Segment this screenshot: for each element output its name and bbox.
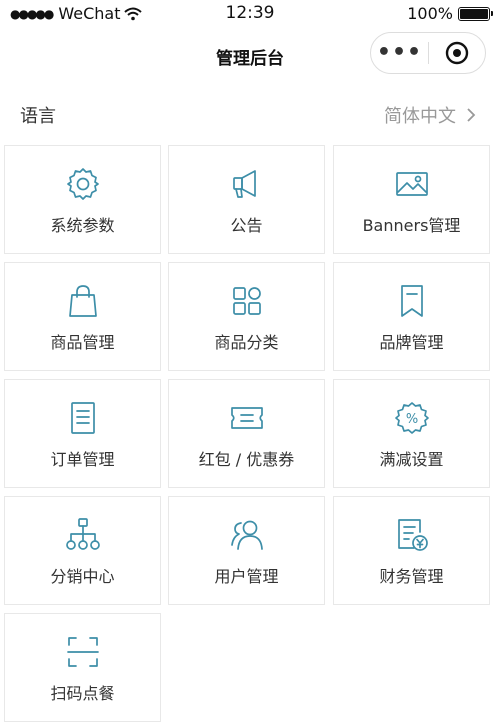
status-bar: ●●●●● WeChat 12:39 100%: [0, 0, 500, 28]
menu-item-orders[interactable]: 订单管理: [4, 379, 161, 488]
svg-text:%: %: [405, 412, 417, 427]
mini-program-capsule: •••: [370, 32, 486, 74]
menu-item-label: 公告: [230, 216, 263, 235]
menu-item-discounts[interactable]: % 满减设置: [333, 379, 490, 488]
language-value[interactable]: 简体中文: [384, 102, 476, 128]
bookmark-icon: [400, 285, 423, 317]
users-icon: [230, 520, 263, 550]
navigation-bar: 管理后台 •••: [0, 28, 500, 84]
menu-item-announcement[interactable]: 公告: [168, 145, 325, 254]
category-grid-icon: [232, 287, 261, 315]
menu-item-label: 品牌管理: [379, 333, 444, 352]
language-row[interactable]: 语言 简体中文: [0, 94, 500, 136]
battery-percent: 100%: [407, 4, 453, 23]
shopping-bag-icon: [68, 285, 97, 317]
menu-item-scan-order[interactable]: 扫码点餐: [4, 613, 161, 722]
percent-badge-icon: %: [394, 402, 429, 434]
finance-document-icon: [397, 519, 428, 551]
battery-icon: [458, 6, 493, 21]
menu-item-label: 订单管理: [50, 450, 115, 469]
menu-item-coupons[interactable]: 红包 / 优惠券: [168, 379, 325, 488]
document-list-icon: [70, 402, 95, 434]
scan-icon: [66, 637, 99, 667]
menu-item-label: 用户管理: [214, 567, 279, 586]
menu-item-label: 满减设置: [379, 450, 444, 469]
menu-item-label: 商品分类: [214, 333, 279, 352]
chevron-right-icon: [467, 108, 476, 122]
menu-item-label: 商品管理: [50, 333, 115, 352]
image-icon: [395, 172, 428, 196]
menu-item-banners[interactable]: Banners管理: [333, 145, 490, 254]
coupon-icon: [230, 407, 263, 429]
menu-item-brands[interactable]: 品牌管理: [333, 262, 490, 371]
menu-item-label: 红包 / 优惠券: [198, 450, 295, 469]
menu-item-users[interactable]: 用户管理: [168, 496, 325, 605]
megaphone-icon: [232, 170, 256, 198]
battery-info: 100%: [407, 4, 493, 23]
menu-item-label: 财务管理: [379, 567, 444, 586]
hierarchy-icon: [65, 518, 100, 550]
menu-item-label: 分销中心: [50, 567, 115, 586]
language-value-text: 简体中文: [384, 106, 456, 127]
target-close-icon[interactable]: [429, 41, 485, 65]
menu-item-categories[interactable]: 商品分类: [168, 262, 325, 371]
menu-item-system-params[interactable]: 系统参数: [4, 145, 161, 254]
menu-item-label: 系统参数: [50, 216, 115, 235]
menu-item-distribution[interactable]: 分销中心: [4, 496, 161, 605]
menu-item-label: Banners管理: [362, 216, 461, 235]
menu-item-finance[interactable]: 财务管理: [333, 496, 490, 605]
more-dots-icon[interactable]: •••: [371, 33, 428, 73]
language-label: 语言: [20, 106, 56, 127]
menu-item-products[interactable]: 商品管理: [4, 262, 161, 371]
menu-item-label: 扫码点餐: [50, 684, 115, 703]
gear-icon: [66, 168, 99, 200]
